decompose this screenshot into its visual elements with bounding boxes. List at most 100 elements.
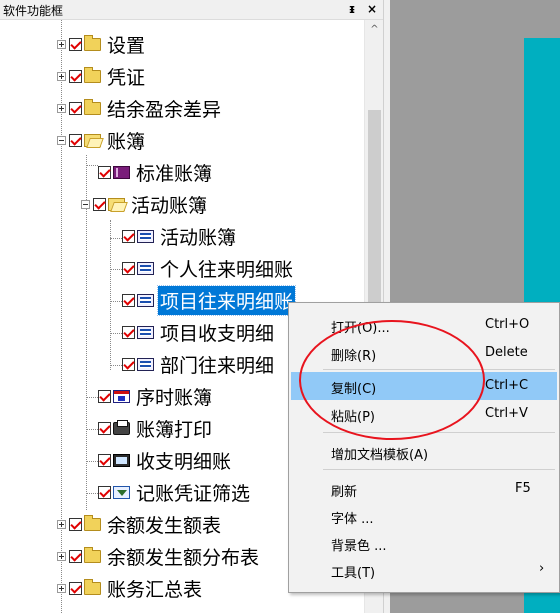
tree-item-label: 活动账簿 [131,194,208,217]
tree-line [110,220,111,370]
tree-item-project-income-expense[interactable]: 项目收支明细 [122,317,276,347]
menu-item-background-color[interactable]: 背景色 ... [291,529,557,557]
checkbox-checked-icon[interactable] [122,261,135,275]
closed-folder-icon [84,98,101,115]
tree-item-voucher-filter[interactable]: 记账凭证筛选 [98,477,252,507]
checkbox-checked-icon[interactable] [122,357,135,371]
calendar-icon [113,389,130,403]
pin-icon[interactable]: ᵻ [344,1,360,17]
ledger-icon [137,229,154,243]
scroll-up-icon[interactable]: ^ [365,20,384,40]
tree-item-activity-books-folder[interactable]: 活动账簿 [81,189,209,219]
panel-header: 软件功能框 ᵻ × [0,0,390,20]
checkbox-checked-icon[interactable] [69,133,82,147]
menu-item-shortcut: Ctrl+C [485,378,529,393]
checkbox-checked-icon[interactable] [98,453,111,467]
menu-item-label: 增加文档模板(A) [331,448,429,463]
tree-item-label: 账务汇总表 [107,578,203,601]
open-folder-icon [84,133,101,147]
tree-item-project-ledger[interactable]: 项目往来明细账 [122,284,297,316]
tree-item-settings[interactable]: 设置 [57,29,147,59]
checkbox-checked-icon[interactable] [69,517,82,531]
tree-item-standard-books[interactable]: 标准账簿 [98,157,214,187]
menu-item-font[interactable]: 字体 ... [291,502,557,530]
tree-item-label: 项目往来明细账 [156,284,297,316]
tree-item-personal-ledger[interactable]: 个人往来明细账 [122,253,295,283]
tree-line [110,333,122,334]
book-icon [113,165,130,179]
tree-item-label: 部门往来明细 [160,354,275,377]
menu-item-label: 删除(R) [331,349,377,364]
checkbox-checked-icon[interactable] [93,197,106,211]
tree-item-balance-distribution[interactable]: 余额发生额分布表 [57,541,261,571]
close-icon[interactable]: × [364,1,380,17]
printer-icon [113,419,130,435]
tree-line [110,269,122,270]
checkbox-checked-icon[interactable] [69,37,82,51]
tree-line [110,238,122,239]
menu-item-label: 工具(T) [331,566,376,581]
tree-item-label: 余额发生额表 [107,514,222,537]
ledger-icon [137,261,154,275]
tree-item-book-printing[interactable]: 账簿打印 [98,413,214,443]
menu-item-copy[interactable]: 复制(C) Ctrl+C [291,372,557,400]
expand-plus-icon[interactable] [57,39,66,49]
tree-item-label: 余额发生额分布表 [107,546,260,569]
tree-item-label: 账簿 [107,130,146,153]
checkbox-checked-icon[interactable] [69,101,82,115]
menu-item-shortcut: Ctrl+V [485,406,528,421]
checkbox-checked-icon[interactable] [69,581,82,595]
tree-item-department-ledger[interactable]: 部门往来明细 [122,349,276,379]
expand-plus-icon[interactable] [57,519,66,529]
ledger-icon [137,325,154,339]
expand-plus-icon[interactable] [57,551,66,561]
menu-item-label: 复制(C) [331,382,377,397]
menu-item-open[interactable]: 打开(O)... Ctrl+O [291,311,557,339]
tree-line [86,493,98,494]
tree-item-chronological-books[interactable]: 序时账簿 [98,381,214,411]
expand-plus-icon[interactable] [57,583,66,593]
menu-item-add-template[interactable]: 增加文档模板(A) [291,438,557,466]
tree-item-label: 凭证 [107,66,146,89]
checkbox-checked-icon[interactable] [98,485,111,499]
expand-plus-icon[interactable] [57,71,66,81]
tree-item-label: 序时账簿 [136,386,213,409]
menu-item-delete[interactable]: 删除(R) Delete [291,339,557,367]
checkbox-checked-icon[interactable] [69,549,82,563]
collapse-minus-icon[interactable] [81,199,90,209]
menu-item-tools[interactable]: 工具(T) › [291,556,557,584]
checkbox-checked-icon[interactable] [122,293,135,307]
tree-item-surplus-difference[interactable]: 结余盈余差异 [57,93,223,123]
ledger-icon [137,293,154,307]
menu-item-label: 打开(O)... [331,321,390,336]
closed-folder-icon [84,578,101,595]
checkbox-checked-icon[interactable] [69,69,82,83]
tree-line [110,365,122,366]
tree-item-voucher[interactable]: 凭证 [57,61,147,91]
tree-item-activity-books[interactable]: 活动账簿 [122,221,238,251]
menu-item-paste[interactable]: 粘贴(P) Ctrl+V [291,400,557,428]
tree-item-account-books[interactable]: 账簿 [57,125,147,155]
filter-icon [113,485,130,499]
tree-item-accounting-summary[interactable]: 账务汇总表 [57,573,204,603]
menu-item-shortcut: Ctrl+O [485,317,530,332]
menu-separator [323,432,555,433]
tree-item-label: 账簿打印 [136,418,213,441]
checkbox-checked-icon[interactable] [122,325,135,339]
context-menu: 打开(O)... Ctrl+O 删除(R) Delete 复制(C) Ctrl+… [288,302,560,593]
menu-item-label: 背景色 ... [331,539,387,554]
tree-item-label: 设置 [107,34,146,57]
collapse-minus-icon[interactable] [57,135,66,145]
checkbox-checked-icon[interactable] [122,229,135,243]
menu-item-refresh[interactable]: 刷新 F5 [291,475,557,503]
tree-line [86,165,98,166]
checkbox-checked-icon[interactable] [98,165,111,179]
tree-item-income-expense-ledger[interactable]: 收支明细账 [98,445,233,475]
tree-item-label: 结余盈余差异 [107,98,222,121]
tree-line [86,429,98,430]
expand-plus-icon[interactable] [57,103,66,113]
menu-separator [323,469,555,470]
checkbox-checked-icon[interactable] [98,389,111,403]
tree-item-balance-table[interactable]: 余额发生额表 [57,509,223,539]
checkbox-checked-icon[interactable] [98,421,111,435]
